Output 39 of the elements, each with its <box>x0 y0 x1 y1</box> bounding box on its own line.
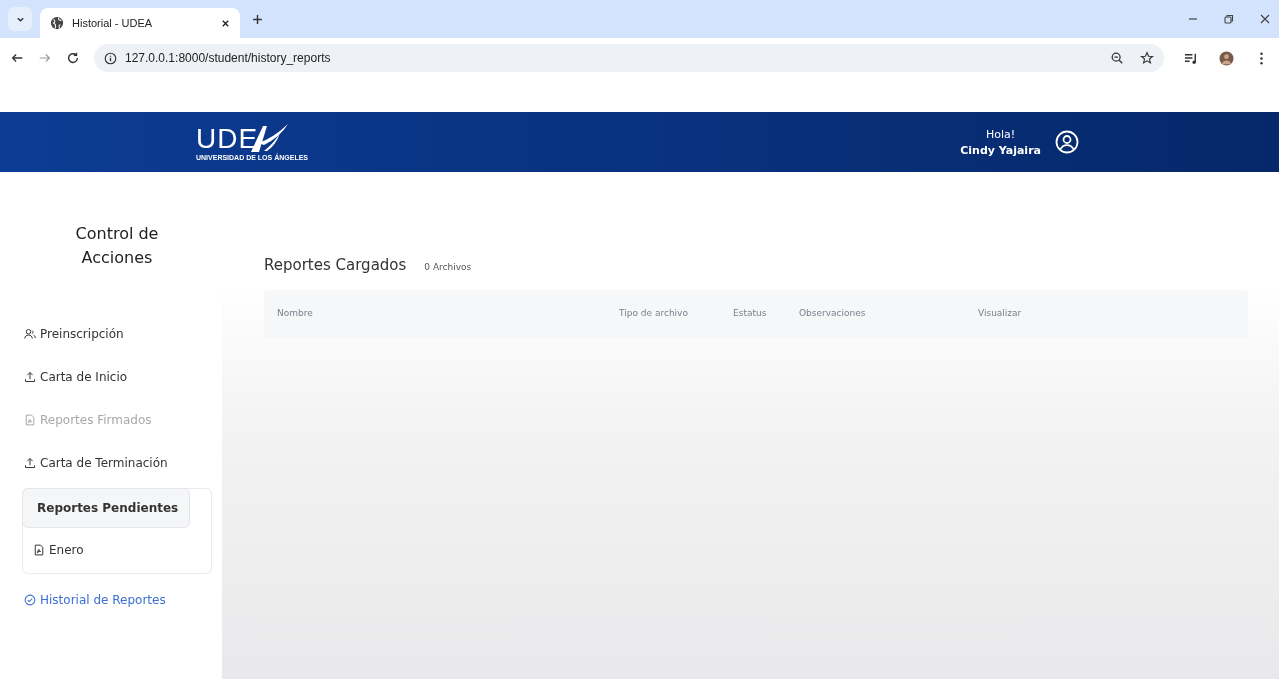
browser-tab[interactable]: Historial - UDEA <box>40 8 240 38</box>
close-icon[interactable] <box>221 18 230 28</box>
column-header: Observaciones <box>799 308 867 320</box>
info-icon <box>104 51 117 65</box>
file-icon <box>33 544 45 556</box>
logo-text: UDE <box>196 125 259 153</box>
sidebar-link[interactable]: Preinscripción <box>24 312 222 355</box>
sidebar-link[interactable]: Carta de Terminación <box>24 441 222 484</box>
reload-icon[interactable] <box>66 51 80 65</box>
sidebar-link[interactable]: Carta de Inicio <box>24 355 222 398</box>
star-icon[interactable] <box>1140 51 1154 65</box>
column-header: Estatus <box>733 308 768 320</box>
column-header: Visualizar <box>978 308 1023 320</box>
restore-icon[interactable] <box>1223 13 1235 25</box>
group-heading: Reportes Pendientes <box>22 488 190 528</box>
sidebar-title: Control de Acciones <box>74 223 160 269</box>
address-bar[interactable]: 127.0.0.1:8000/student/history_reports <box>94 44 1164 72</box>
url-text: 127.0.0.1:8000/student/history_reports <box>125 51 331 65</box>
page-title: Reportes Cargados <box>264 256 407 274</box>
person-icon <box>24 327 36 340</box>
column-header: Tipo de archivo <box>619 308 689 320</box>
new-tab-icon[interactable] <box>252 13 263 25</box>
sidebar-link[interactable]: Enero <box>23 527 211 573</box>
upload-icon <box>24 370 36 383</box>
greeting-text: Hola! <box>986 127 1016 141</box>
avatar-icon[interactable] <box>1219 50 1234 66</box>
tab-title: Historial - UDEA <box>72 17 154 29</box>
sidebar-link[interactable]: Historial de Reportes <box>24 578 222 621</box>
file-icon <box>24 413 36 426</box>
user-name: Cindy Yajaira <box>960 143 1041 157</box>
back-icon[interactable] <box>10 51 24 65</box>
column-header: Nombre <box>277 308 314 320</box>
globe-icon <box>50 16 64 30</box>
upload-icon <box>24 456 36 469</box>
close-icon[interactable] <box>1259 13 1271 25</box>
check-circle-icon <box>24 593 36 606</box>
user-icon[interactable] <box>1055 130 1079 154</box>
zoom-out-icon[interactable] <box>1110 51 1124 65</box>
file-count: 0 Archivos <box>424 262 472 272</box>
